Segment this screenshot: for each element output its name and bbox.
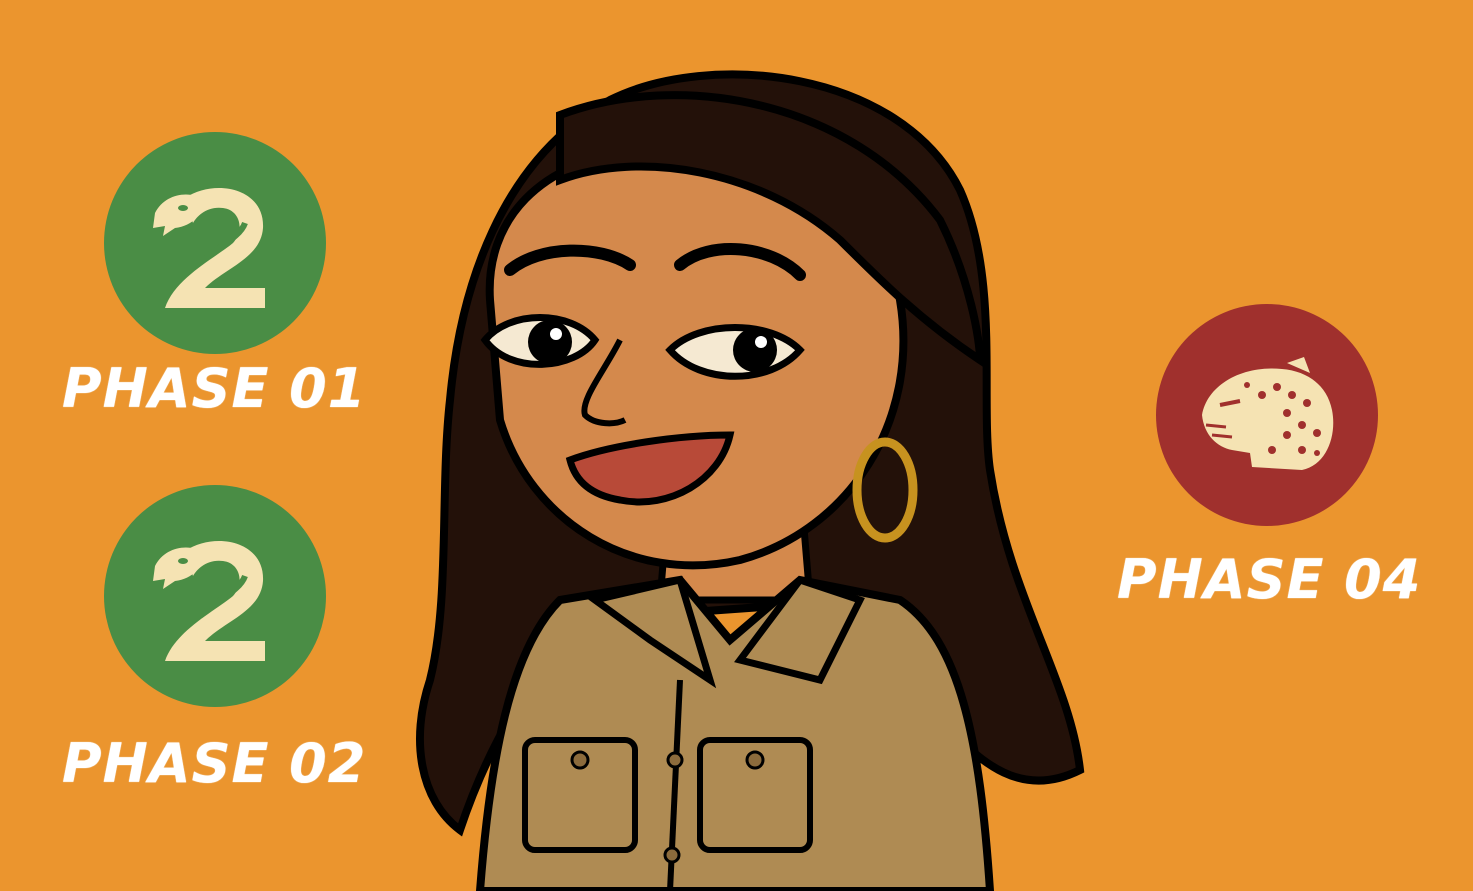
- phase-01-badge: [104, 132, 326, 354]
- phase-04-badge: [1156, 304, 1378, 526]
- leopard-icon: [1202, 357, 1334, 470]
- snake-icon: [153, 541, 265, 661]
- snake-icon: [153, 188, 265, 308]
- phase-01-label: PHASE 01: [62, 357, 367, 420]
- character-illustration: [416, 70, 1085, 891]
- phase-02-label: PHASE 02: [62, 732, 367, 795]
- phase-04-label: PHASE 04: [1117, 548, 1422, 611]
- phase-02-badge: [104, 485, 326, 707]
